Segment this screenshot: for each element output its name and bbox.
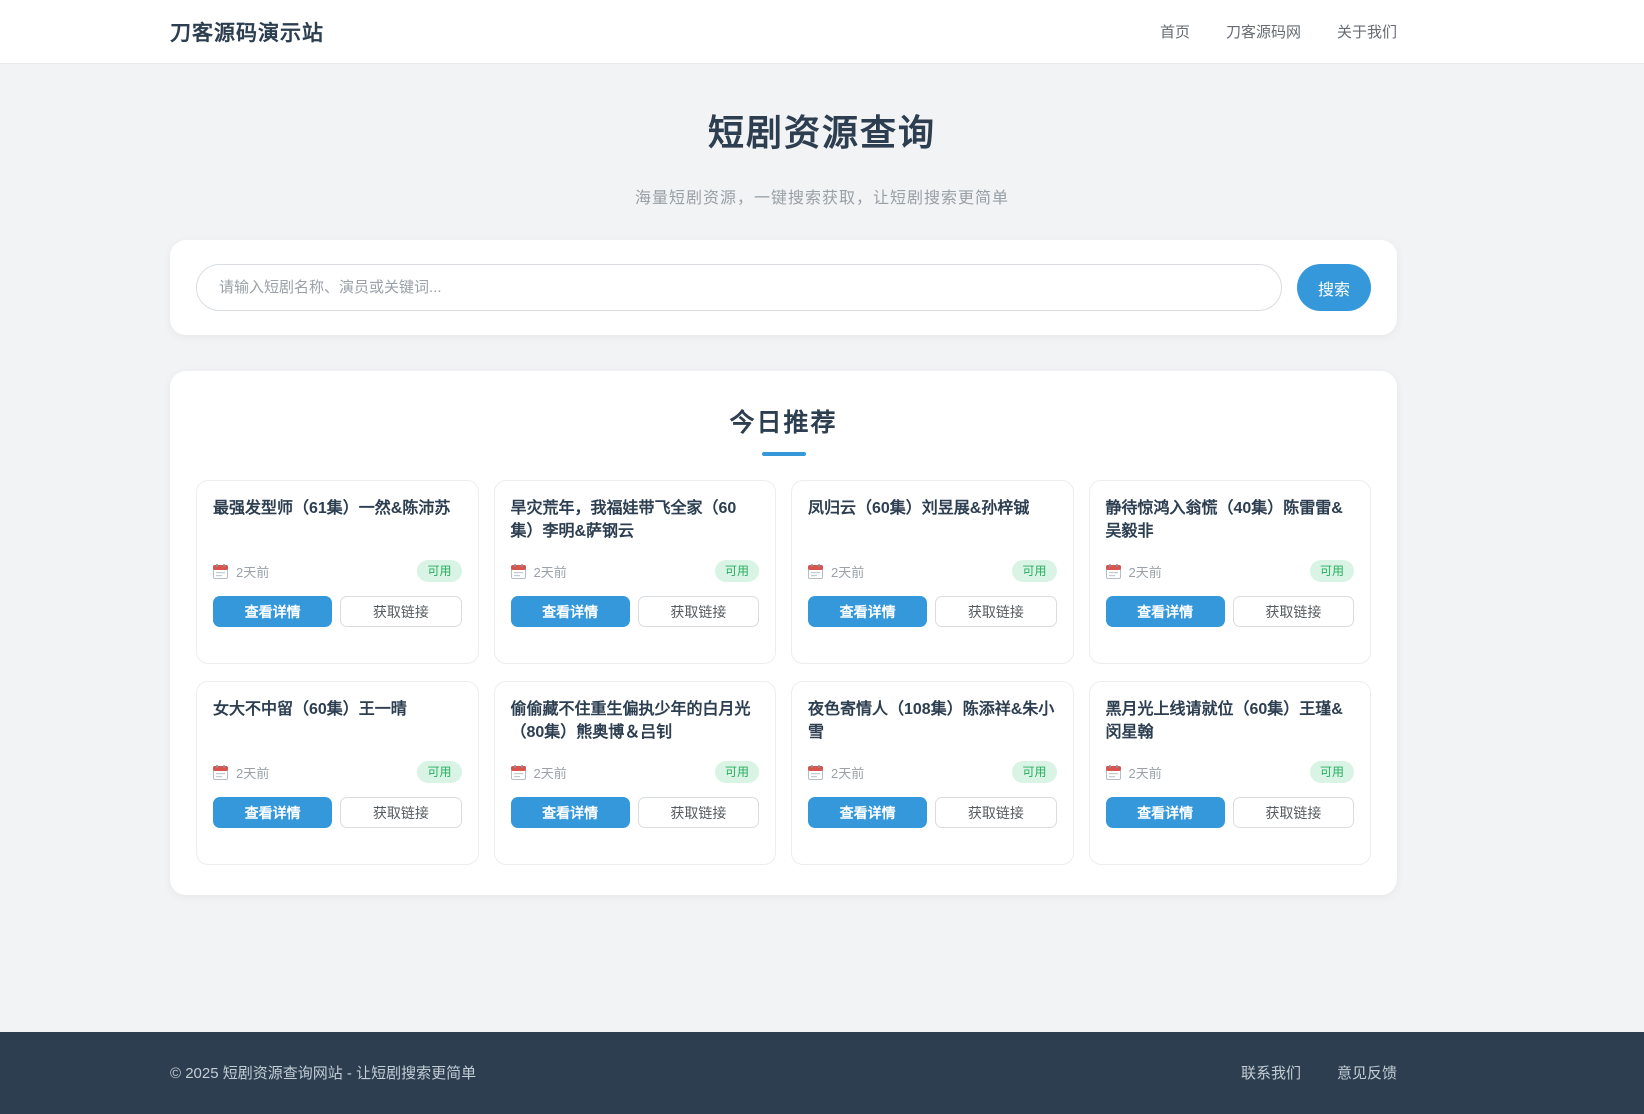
footer-links: 联系我们 意见反馈 xyxy=(1241,1062,1397,1083)
card-actions: 查看详情 获取链接 xyxy=(808,797,1057,828)
cards-grid: 最强发型师（61集）一然&陈沛苏 2天前 可用 查看详情 获取链接 旱灾荒年，我… xyxy=(196,480,1371,865)
posted-time: 2天前 xyxy=(534,763,567,782)
get-link-button[interactable]: 获取链接 xyxy=(1233,797,1354,828)
status-badge: 可用 xyxy=(417,560,461,582)
drama-title: 夜色寄情人（108集）陈添祥&朱小雪 xyxy=(808,698,1057,745)
status-badge: 可用 xyxy=(715,560,759,582)
calendar-icon xyxy=(511,765,526,780)
calendar-icon xyxy=(1106,564,1121,579)
card-actions: 查看详情 获取链接 xyxy=(213,596,462,627)
calendar-icon xyxy=(213,564,228,579)
get-link-button[interactable]: 获取链接 xyxy=(340,797,461,828)
drama-title: 女大不中留（60集）王一晴 xyxy=(213,698,462,745)
posted-time: 2天前 xyxy=(831,562,864,581)
get-link-button[interactable]: 获取链接 xyxy=(340,596,461,627)
footer-link-contact[interactable]: 联系我们 xyxy=(1241,1062,1301,1083)
card-meta: 2天前 可用 xyxy=(511,761,760,783)
posted-time: 2天前 xyxy=(831,763,864,782)
search-button[interactable]: 搜索 xyxy=(1297,264,1371,311)
posted-time: 2天前 xyxy=(1129,763,1162,782)
status-badge: 可用 xyxy=(1012,560,1056,582)
search-input[interactable] xyxy=(196,264,1282,311)
nav-item-about[interactable]: 关于我们 xyxy=(1337,21,1397,42)
status-badge: 可用 xyxy=(417,761,461,783)
view-detail-button[interactable]: 查看详情 xyxy=(511,797,630,828)
page-subtitle: 海量短剧资源，一键搜索获取，让短剧搜索更简单 xyxy=(0,184,1644,208)
page-title: 短剧资源查询 xyxy=(0,64,1644,156)
nav-item-daoke-source[interactable]: 刀客源码网 xyxy=(1226,21,1301,42)
drama-title: 最强发型师（61集）一然&陈沛苏 xyxy=(213,497,462,544)
site-logo: 刀客源码演示站 xyxy=(170,17,324,47)
view-detail-button[interactable]: 查看详情 xyxy=(511,596,630,627)
main-nav: 首页 刀客源码网 关于我们 xyxy=(1160,21,1397,42)
drama-card: 旱灾荒年，我福娃带飞全家（60集）李明&萨钢云 2天前 可用 查看详情 获取链接 xyxy=(494,480,777,664)
card-actions: 查看详情 获取链接 xyxy=(1106,596,1355,627)
footer-link-feedback[interactable]: 意见反馈 xyxy=(1337,1062,1397,1083)
drama-card: 女大不中留（60集）王一晴 2天前 可用 查看详情 获取链接 xyxy=(196,681,479,865)
card-meta: 2天前 可用 xyxy=(1106,560,1355,582)
drama-card: 夜色寄情人（108集）陈添祥&朱小雪 2天前 可用 查看详情 获取链接 xyxy=(791,681,1074,865)
drama-card: 黑月光上线请就位（60集）王瑾&闵星翰 2天前 可用 查看详情 获取链接 xyxy=(1089,681,1372,865)
header: 刀客源码演示站 首页 刀客源码网 关于我们 xyxy=(0,0,1644,64)
calendar-icon xyxy=(1106,765,1121,780)
drama-title: 旱灾荒年，我福娃带飞全家（60集）李明&萨钢云 xyxy=(511,497,760,544)
drama-card: 静待惊鸿入翁慌（40集）陈雷雷&吴毅非 2天前 可用 查看详情 获取链接 xyxy=(1089,480,1372,664)
status-badge: 可用 xyxy=(1310,560,1354,582)
calendar-icon xyxy=(511,564,526,579)
card-actions: 查看详情 获取链接 xyxy=(808,596,1057,627)
search-panel: 搜索 xyxy=(170,240,1397,335)
view-detail-button[interactable]: 查看详情 xyxy=(808,797,927,828)
view-detail-button[interactable]: 查看详情 xyxy=(1106,596,1225,627)
card-actions: 查看详情 获取链接 xyxy=(511,596,760,627)
recommend-section: 今日推荐 最强发型师（61集）一然&陈沛苏 2天前 可用 查看详情 获取链接 xyxy=(170,371,1397,895)
calendar-icon xyxy=(808,564,823,579)
drama-card: 偷偷藏不住重生偏执少年的白月光（80集）熊奥博＆吕钊 2天前 可用 查看详情 获… xyxy=(494,681,777,865)
hero-section: 短剧资源查询 海量短剧资源，一键搜索获取，让短剧搜索更简单 xyxy=(0,64,1644,208)
drama-title: 黑月光上线请就位（60集）王瑾&闵星翰 xyxy=(1106,698,1355,745)
posted-time: 2天前 xyxy=(236,562,269,581)
nav-item-home[interactable]: 首页 xyxy=(1160,21,1190,42)
get-link-button[interactable]: 获取链接 xyxy=(638,596,759,627)
card-meta: 2天前 可用 xyxy=(213,560,462,582)
recommend-title: 今日推荐 xyxy=(196,403,1371,439)
drama-title: 凤归云（60集）刘昱展&孙梓铖 xyxy=(808,497,1057,544)
card-actions: 查看详情 获取链接 xyxy=(213,797,462,828)
drama-card: 最强发型师（61集）一然&陈沛苏 2天前 可用 查看详情 获取链接 xyxy=(196,480,479,664)
status-badge: 可用 xyxy=(715,761,759,783)
status-badge: 可用 xyxy=(1310,761,1354,783)
card-meta: 2天前 可用 xyxy=(808,560,1057,582)
posted-time: 2天前 xyxy=(236,763,269,782)
view-detail-button[interactable]: 查看详情 xyxy=(213,797,332,828)
card-meta: 2天前 可用 xyxy=(808,761,1057,783)
card-meta: 2天前 可用 xyxy=(1106,761,1355,783)
drama-title: 偷偷藏不住重生偏执少年的白月光（80集）熊奥博＆吕钊 xyxy=(511,698,760,745)
copyright-text: © 2025 短剧资源查询网站 - 让短剧搜索更简单 xyxy=(170,1062,476,1083)
calendar-icon xyxy=(213,765,228,780)
view-detail-button[interactable]: 查看详情 xyxy=(1106,797,1225,828)
view-detail-button[interactable]: 查看详情 xyxy=(808,596,927,627)
status-badge: 可用 xyxy=(1012,761,1056,783)
calendar-icon xyxy=(808,765,823,780)
get-link-button[interactable]: 获取链接 xyxy=(935,797,1056,828)
get-link-button[interactable]: 获取链接 xyxy=(1233,596,1354,627)
card-meta: 2天前 可用 xyxy=(213,761,462,783)
card-actions: 查看详情 获取链接 xyxy=(511,797,760,828)
footer: © 2025 短剧资源查询网站 - 让短剧搜索更简单 联系我们 意见反馈 xyxy=(0,1032,1644,1114)
card-actions: 查看详情 获取链接 xyxy=(1106,797,1355,828)
posted-time: 2天前 xyxy=(1129,562,1162,581)
card-meta: 2天前 可用 xyxy=(511,560,760,582)
posted-time: 2天前 xyxy=(534,562,567,581)
drama-title: 静待惊鸿入翁慌（40集）陈雷雷&吴毅非 xyxy=(1106,497,1355,544)
get-link-button[interactable]: 获取链接 xyxy=(638,797,759,828)
get-link-button[interactable]: 获取链接 xyxy=(935,596,1056,627)
view-detail-button[interactable]: 查看详情 xyxy=(213,596,332,627)
drama-card: 凤归云（60集）刘昱展&孙梓铖 2天前 可用 查看详情 获取链接 xyxy=(791,480,1074,664)
title-underline xyxy=(762,452,806,456)
